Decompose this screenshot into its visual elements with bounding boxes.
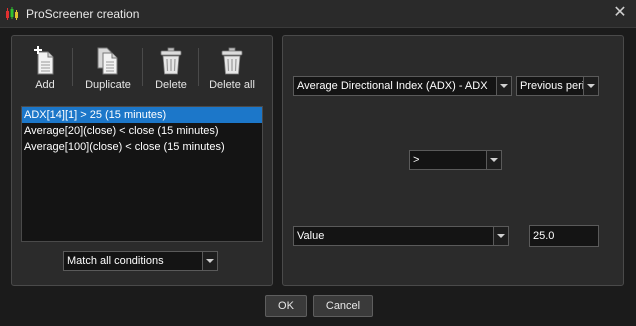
chevron-down-icon[interactable] (486, 151, 501, 169)
add-label: Add (35, 79, 55, 91)
delete-all-label: Delete all (209, 79, 255, 91)
close-icon: ✕ (613, 4, 627, 21)
toolbar-separator (72, 48, 73, 86)
close-button[interactable]: ✕ (608, 2, 632, 24)
add-button[interactable]: Add (28, 46, 62, 91)
candlestick-chart-icon (6, 7, 18, 20)
indicator-dropdown[interactable]: Average Directional Index (ADX) - ADX (293, 76, 512, 96)
delete-button[interactable]: Delete (152, 46, 190, 91)
add-document-icon (34, 46, 54, 75)
indicator-value: Average Directional Index (ADX) - ADX (297, 80, 488, 92)
toolbar-separator (142, 48, 143, 86)
chevron-down-icon[interactable] (583, 77, 598, 95)
compare-type-dropdown[interactable]: Value (293, 226, 509, 246)
condition-item[interactable]: Average[20](close) < close (15 minutes) (22, 123, 262, 139)
match-mode-value: Match all conditions (67, 255, 164, 267)
compare-type-value: Value (297, 230, 325, 242)
chevron-down-icon[interactable] (202, 252, 217, 270)
duplicate-label: Duplicate (85, 79, 131, 91)
condition-item[interactable]: Average[100](close) < close (15 minutes) (22, 139, 262, 155)
operator-dropdown[interactable]: > (409, 150, 502, 170)
chevron-down-icon[interactable] (493, 227, 508, 245)
chevron-down-icon[interactable] (496, 77, 511, 95)
condition-item[interactable]: ADX[14][1] > 25 (15 minutes) (22, 107, 262, 123)
condition-editor-panel: Average Directional Index (ADX) - ADX Pr… (282, 35, 624, 286)
window-title: ProScreener creation (26, 7, 140, 21)
conditions-list[interactable]: ADX[14][1] > 25 (15 minutes) Average[20]… (21, 106, 263, 242)
period-dropdown[interactable]: Previous period (516, 76, 599, 96)
cancel-button[interactable]: Cancel (313, 295, 373, 317)
delete-all-button[interactable]: Delete all (208, 46, 256, 91)
duplicate-icon (97, 47, 118, 75)
delete-label: Delete (155, 79, 187, 91)
ok-button[interactable]: OK (265, 295, 307, 317)
toolbar-separator (198, 48, 199, 86)
title-bar: ProScreener creation ✕ (0, 0, 636, 28)
conditions-panel: Add Duplicate Delete Delete all ADX[14][… (11, 35, 273, 286)
value-input[interactable] (529, 225, 599, 247)
operator-value: > (413, 154, 420, 166)
trash-can-icon (221, 47, 243, 75)
trash-can-icon (160, 47, 182, 75)
match-mode-dropdown[interactable]: Match all conditions (63, 251, 218, 271)
duplicate-button[interactable]: Duplicate (82, 46, 134, 91)
